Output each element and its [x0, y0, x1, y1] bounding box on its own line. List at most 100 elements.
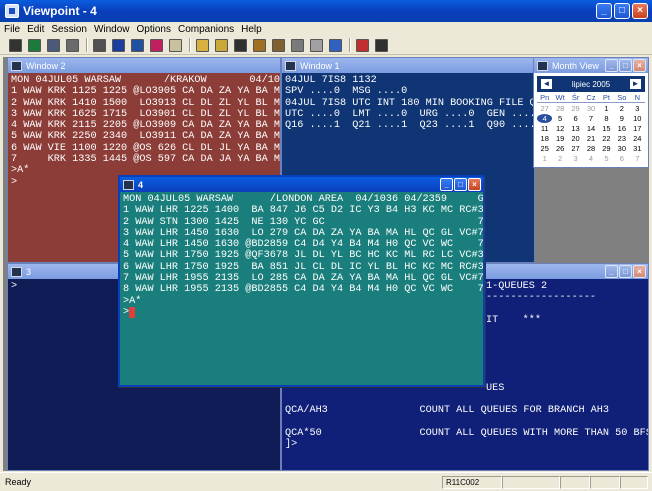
calendar-day[interactable]: 17	[630, 124, 645, 133]
menu-session[interactable]: Session	[51, 24, 87, 35]
calendar-day[interactable]: 29	[599, 144, 614, 153]
document-icon[interactable]	[196, 38, 209, 52]
calendar-day[interactable]: 19	[552, 134, 567, 143]
maximize-button[interactable]: □	[454, 178, 467, 191]
window-4[interactable]: 4 _ □ × MON 04JUL05 WARSAW /LONDON AREA …	[118, 175, 485, 387]
calendar-day[interactable]: 7	[583, 114, 598, 123]
calendar-day[interactable]: 12	[552, 124, 567, 133]
calendar-day[interactable]: 26	[552, 144, 567, 153]
menu-edit[interactable]: Edit	[27, 24, 44, 35]
save-icon[interactable]	[112, 38, 125, 52]
calendar-day[interactable]: 8	[599, 114, 614, 123]
calendar-day[interactable]: 13	[568, 124, 583, 133]
calendar-day[interactable]: 27	[568, 144, 583, 153]
calendar-day[interactable]: 18	[537, 134, 552, 143]
calendar-day[interactable]: 27	[537, 104, 552, 113]
calendar-day[interactable]: 20	[568, 134, 583, 143]
window-4-terminal[interactable]: MON 04JUL05 WARSAW /LONDON AREA 04/1036 …	[120, 192, 483, 385]
calendar-day[interactable]: 24	[630, 134, 645, 143]
window-4-title-bar[interactable]: 4 _ □ ×	[120, 177, 483, 192]
app-icon[interactable]	[5, 4, 19, 18]
maximize-button[interactable]: □	[614, 3, 630, 19]
weekday-header: N	[629, 93, 645, 103]
window-1-title-bar[interactable]: Window 1	[282, 58, 534, 73]
calendar-day[interactable]: 29	[568, 104, 583, 113]
pin-icon[interactable]	[329, 38, 342, 52]
calendar-day[interactable]: 9	[614, 114, 629, 123]
copy-icon[interactable]	[215, 38, 228, 52]
calendar-day[interactable]: 23	[614, 134, 629, 143]
calendar-day[interactable]: 21	[583, 134, 598, 143]
color-palette-icon[interactable]	[150, 38, 163, 52]
help-icon[interactable]	[375, 38, 388, 52]
status-pane-4	[590, 476, 620, 489]
menu-file[interactable]: File	[4, 24, 20, 35]
calendar-day[interactable]: 5	[599, 154, 614, 163]
mail-icon[interactable]	[169, 38, 182, 52]
terminal-line: 4 WAW LHR 1450 1630 @BD2859 C4 D4 Y4 B4 …	[123, 239, 483, 251]
month-view-window[interactable]: Month View _ □ × ◄ lipiec 2005 ► Pn Wt Śr C…	[533, 57, 649, 168]
calendar-day[interactable]: 3	[568, 154, 583, 163]
calendar-day[interactable]: 10	[630, 114, 645, 123]
calendar-day[interactable]: 3	[630, 104, 645, 113]
settings-icon[interactable]	[253, 38, 266, 52]
calendar-day[interactable]: 28	[552, 104, 567, 113]
connect-icon[interactable]	[131, 38, 144, 52]
window-2-title-bar[interactable]: Window 2	[8, 58, 280, 73]
calendar-day[interactable]: 15	[599, 124, 614, 133]
calendar-day[interactable]: 5	[552, 114, 567, 123]
menu-window[interactable]: Window	[94, 24, 130, 35]
app-title-bar[interactable]: Viewpoint - 4 _ □ ×	[0, 0, 652, 22]
calendar-day[interactable]: 30	[583, 104, 598, 113]
print-icon[interactable]	[93, 38, 106, 52]
edit-icon[interactable]	[310, 38, 323, 52]
calendar-day[interactable]: 2	[614, 104, 629, 113]
calendar-day[interactable]: 25	[537, 144, 552, 153]
month-view-title-bar[interactable]: Month View _ □ ×	[534, 58, 648, 73]
terminal-line: 6 WAW LHR 1750 1925 BA 851 JL CL DL IC Y…	[123, 261, 483, 273]
close-button[interactable]: ×	[632, 3, 648, 19]
prev-month-button[interactable]: ◄	[541, 79, 552, 89]
stamp-icon[interactable]	[234, 38, 247, 52]
minimize-button[interactable]: _	[596, 3, 612, 19]
maximize-button[interactable]: □	[619, 59, 632, 72]
terminal-line: 2 WAW KRK 1410 1500 LO3913 CL DL ZL YL B…	[11, 97, 280, 109]
terminal-icon[interactable]	[9, 38, 22, 52]
calendar-day[interactable]: 1	[599, 104, 614, 113]
calendar-day[interactable]: 22	[599, 134, 614, 143]
grid-icon[interactable]	[291, 38, 304, 52]
window-4-controls: _ □ ×	[440, 178, 481, 191]
menu-companions[interactable]: Companions	[178, 24, 234, 35]
calendar-day[interactable]: 4	[583, 154, 598, 163]
green-terminal-icon[interactable]	[28, 38, 41, 52]
terminal-icon	[285, 60, 296, 71]
calendar-day[interactable]: 4	[537, 114, 553, 123]
keyboard-icon[interactable]	[66, 38, 79, 52]
minimize-button[interactable]: _	[605, 59, 618, 72]
calendar-day[interactable]: 30	[614, 144, 629, 153]
minimize-button[interactable]: _	[440, 178, 453, 191]
maximize-button[interactable]: □	[619, 265, 632, 278]
calendar-day[interactable]: 7	[630, 154, 645, 163]
calendar-day[interactable]: 6	[568, 114, 583, 123]
calendar-day[interactable]: 14	[583, 124, 598, 133]
tools-icon[interactable]	[272, 38, 285, 52]
terminal-line: >A*	[123, 295, 142, 307]
menu-options[interactable]: Options	[137, 24, 171, 35]
calendar-day[interactable]: 16	[614, 124, 629, 133]
display-icon[interactable]	[47, 38, 60, 52]
menu-help[interactable]: Help	[241, 24, 262, 35]
next-month-button[interactable]: ►	[630, 79, 641, 89]
close-button[interactable]: ×	[633, 265, 646, 278]
calendar-day[interactable]: 1	[537, 154, 552, 163]
check-icon[interactable]	[356, 38, 369, 52]
minimize-button[interactable]: _	[605, 265, 618, 278]
calendar-day[interactable]: 6	[614, 154, 629, 163]
close-button[interactable]: ×	[468, 178, 481, 191]
calendar-day[interactable]: 28	[583, 144, 598, 153]
calendar-day[interactable]: 11	[537, 124, 552, 133]
calendar-day[interactable]: 31	[630, 144, 645, 153]
close-button[interactable]: ×	[633, 59, 646, 72]
calendar-day[interactable]: 2	[552, 154, 567, 163]
month-label: lipiec 2005	[571, 79, 611, 89]
